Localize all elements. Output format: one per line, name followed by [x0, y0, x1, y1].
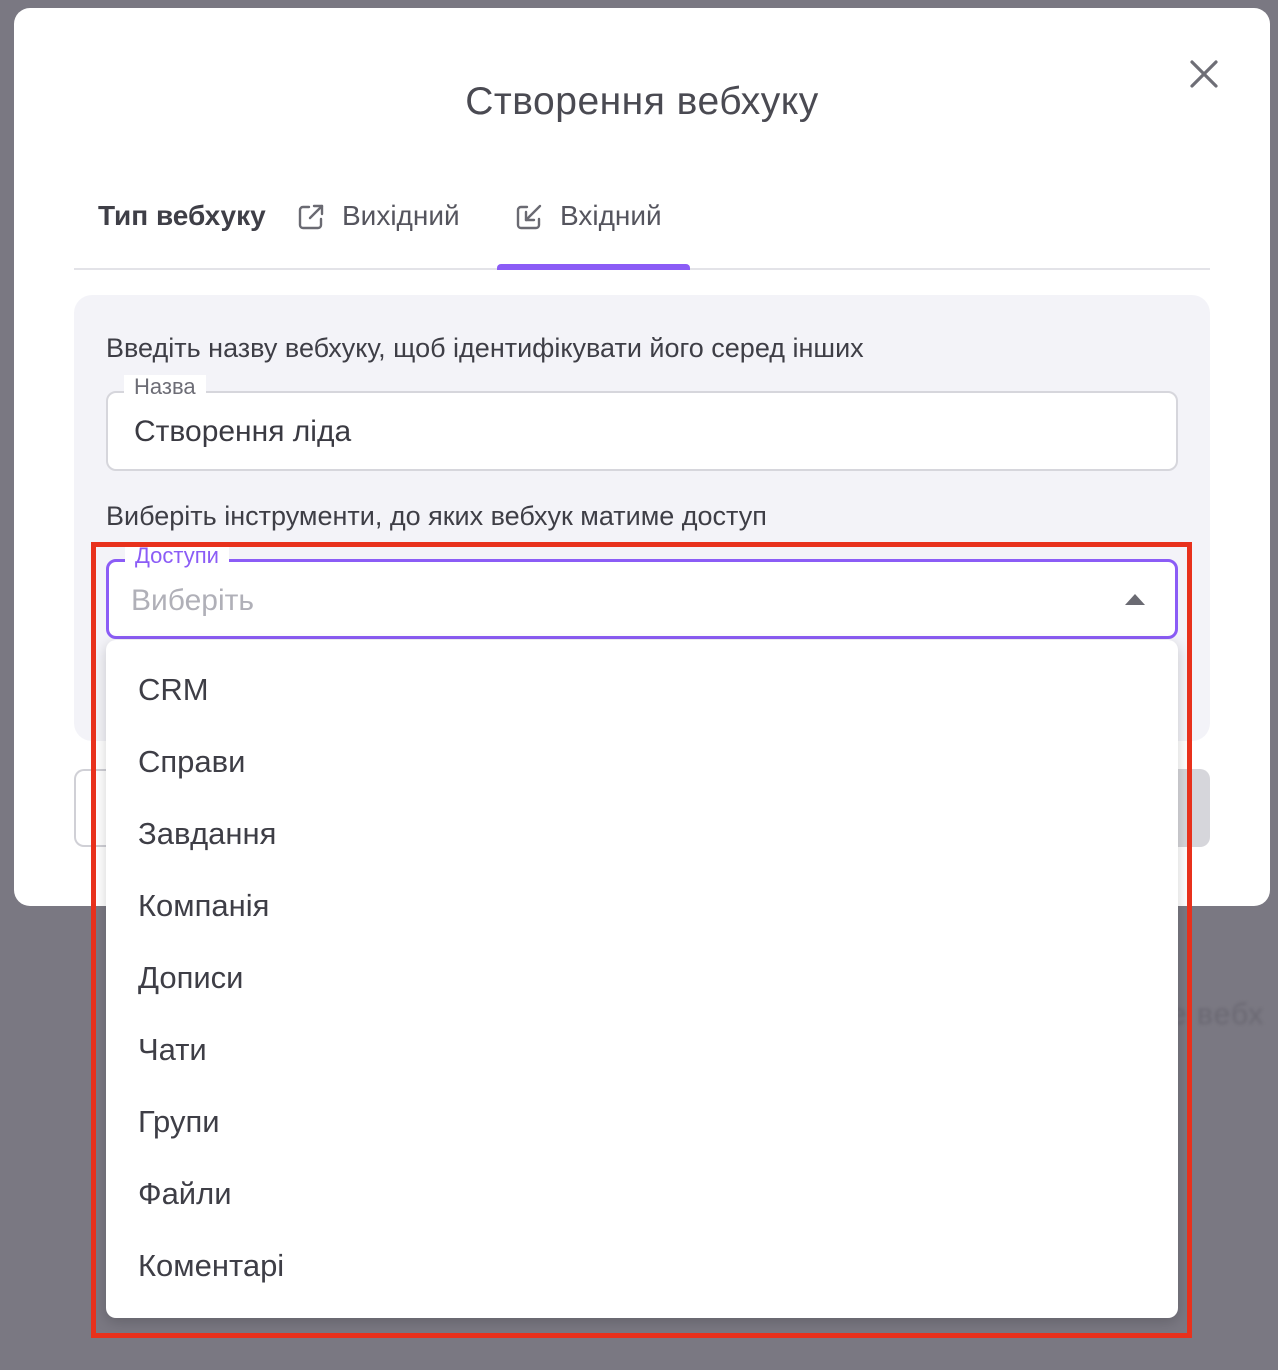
option-comments[interactable]: Коментарі — [106, 1230, 1178, 1302]
active-tab-indicator — [497, 264, 690, 270]
name-hint: Введіть назву вебхуку, щоб ідентифікуват… — [106, 333, 864, 363]
webhook-type-label: Тип вебхуку — [98, 200, 266, 231]
option-files[interactable]: Файли — [106, 1158, 1178, 1230]
access-select[interactable]: Доступи Виберіть — [106, 544, 1178, 639]
tab-incoming[interactable]: Вхідний — [514, 188, 662, 270]
tab-outgoing[interactable]: Вихідний — [296, 188, 460, 270]
name-field[interactable]: Назва Створення ліда — [106, 375, 1178, 471]
webhook-type-tabs: Тип вебхуку Вихідний Вхідний — [74, 188, 1210, 270]
option-posts[interactable]: Дописи — [106, 942, 1178, 1014]
name-field-label: Назва — [124, 375, 206, 399]
option-crm[interactable]: CRM — [106, 654, 1178, 726]
tab-outgoing-label: Вихідний — [342, 200, 460, 231]
option-deals[interactable]: Справи — [106, 726, 1178, 798]
option-company[interactable]: Компанія — [106, 870, 1178, 942]
external-link-icon — [296, 202, 326, 232]
option-tasks[interactable]: Завдання — [106, 798, 1178, 870]
access-select-placeholder: Виберіть — [131, 584, 255, 617]
incoming-arrow-icon — [514, 202, 544, 232]
dialog-title: Створення вебхуку — [465, 80, 819, 123]
option-groups[interactable]: Групи — [106, 1086, 1178, 1158]
access-options-dropdown: CRM Справи Завдання Компанія Дописи Чати… — [106, 640, 1178, 1318]
background-text: е вебх — [1170, 998, 1265, 1031]
tab-incoming-label: Вхідний — [560, 200, 662, 231]
option-chats[interactable]: Чати — [106, 1014, 1178, 1086]
chevron-up-icon[interactable] — [1125, 594, 1145, 605]
close-icon[interactable] — [1184, 54, 1224, 94]
name-field-value[interactable]: Створення ліда — [134, 415, 351, 449]
access-select-label: Доступи — [125, 544, 229, 568]
access-hint: Виберіть інструменти, до яких вебхук мат… — [106, 501, 767, 531]
